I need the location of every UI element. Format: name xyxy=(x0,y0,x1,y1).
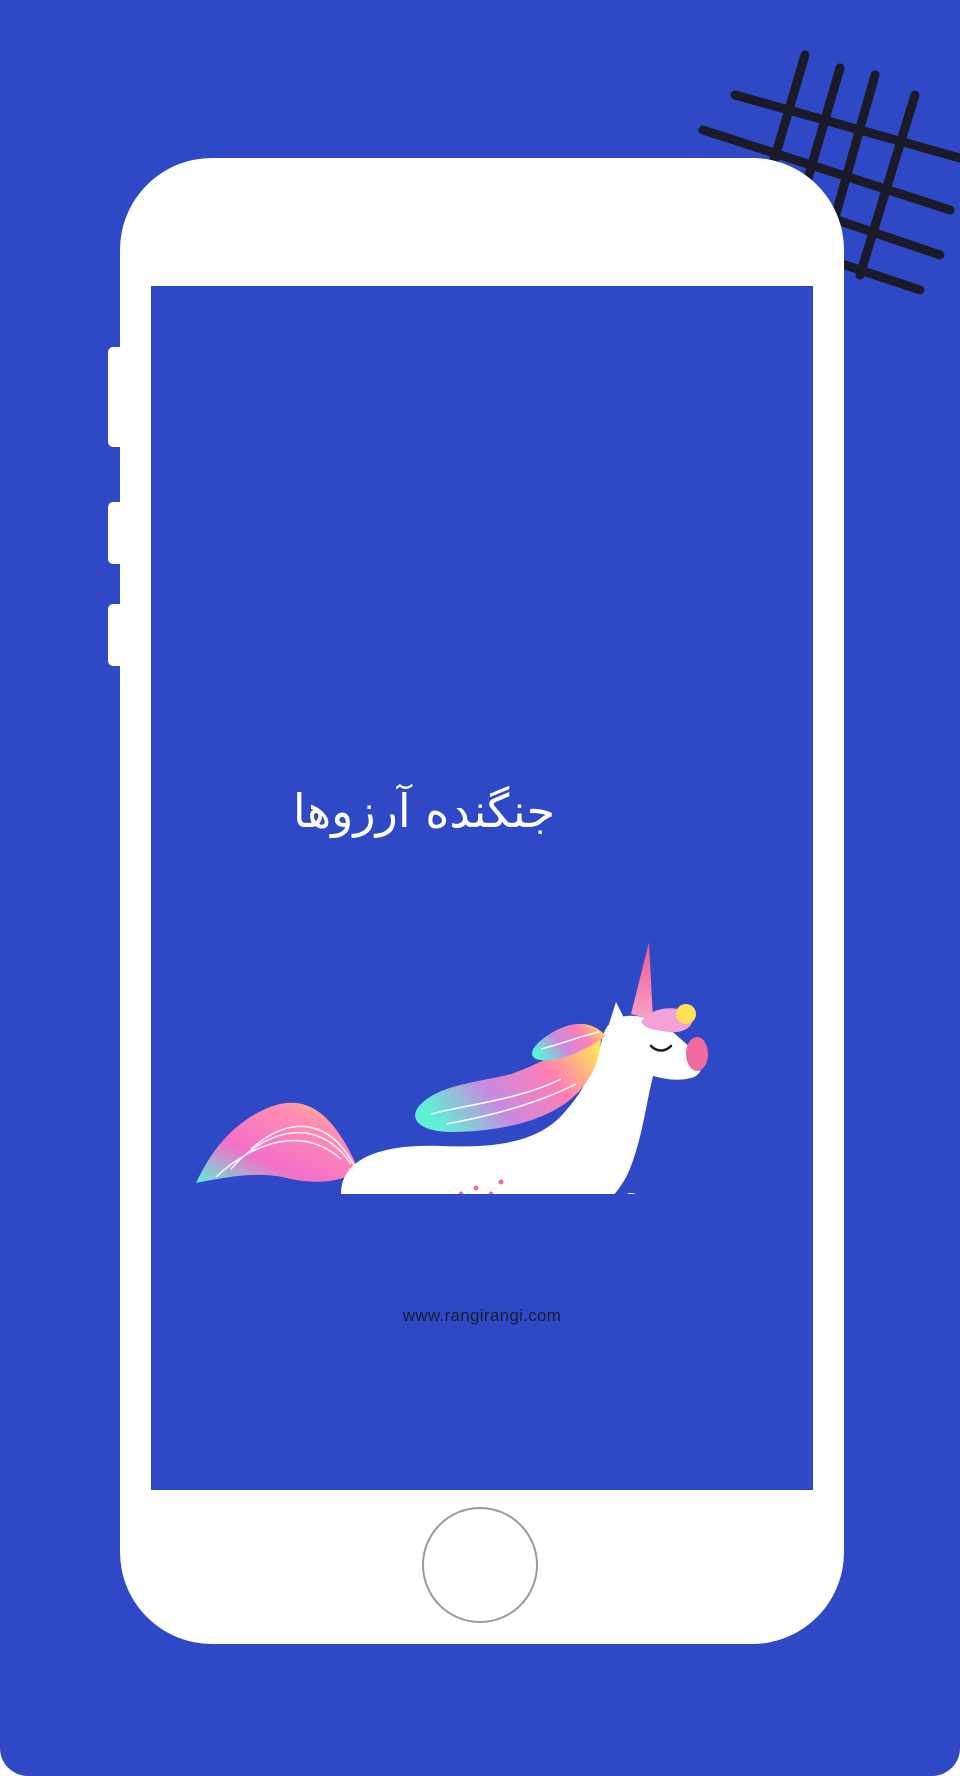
website-url[interactable]: www.rangirangi.com xyxy=(151,1306,813,1326)
phone-screen: جنگنده آرزوها www.rangirangi.com xyxy=(151,286,813,1490)
home-button-icon[interactable] xyxy=(422,1507,538,1623)
background: جنگنده آرزوها www.rangirangi.com xyxy=(0,0,960,1776)
unicorn-icon xyxy=(196,942,708,1194)
